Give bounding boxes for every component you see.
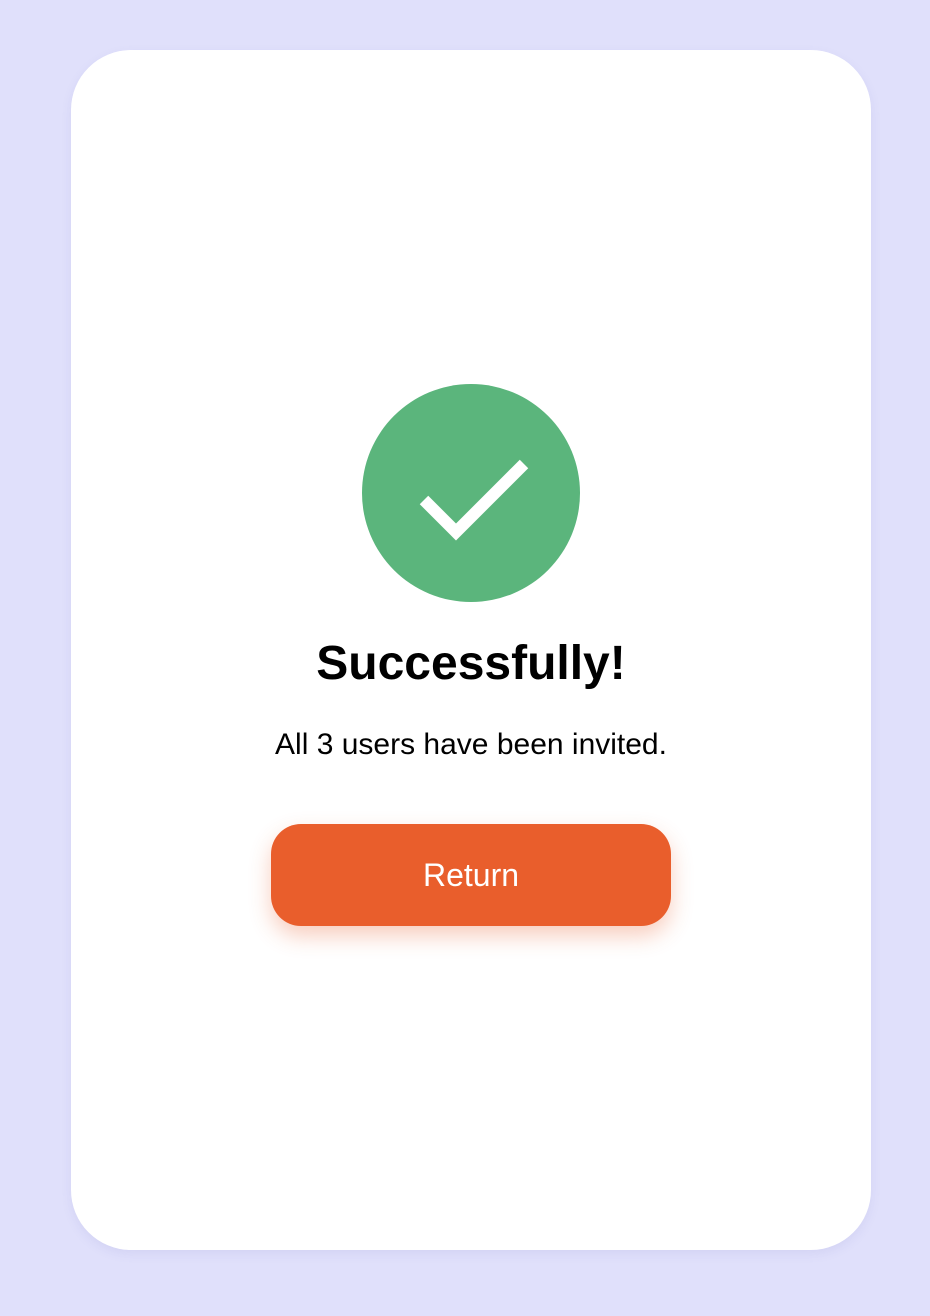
return-button-label: Return <box>422 856 520 893</box>
check-icon <box>419 459 529 541</box>
success-card: Successfully! All 3 users have been invi… <box>71 50 871 1250</box>
success-message: All 3 users have been invited. <box>275 728 667 761</box>
success-badge <box>362 384 580 602</box>
return-button[interactable]: Return <box>271 824 671 926</box>
success-title: Successfully! <box>316 637 626 690</box>
